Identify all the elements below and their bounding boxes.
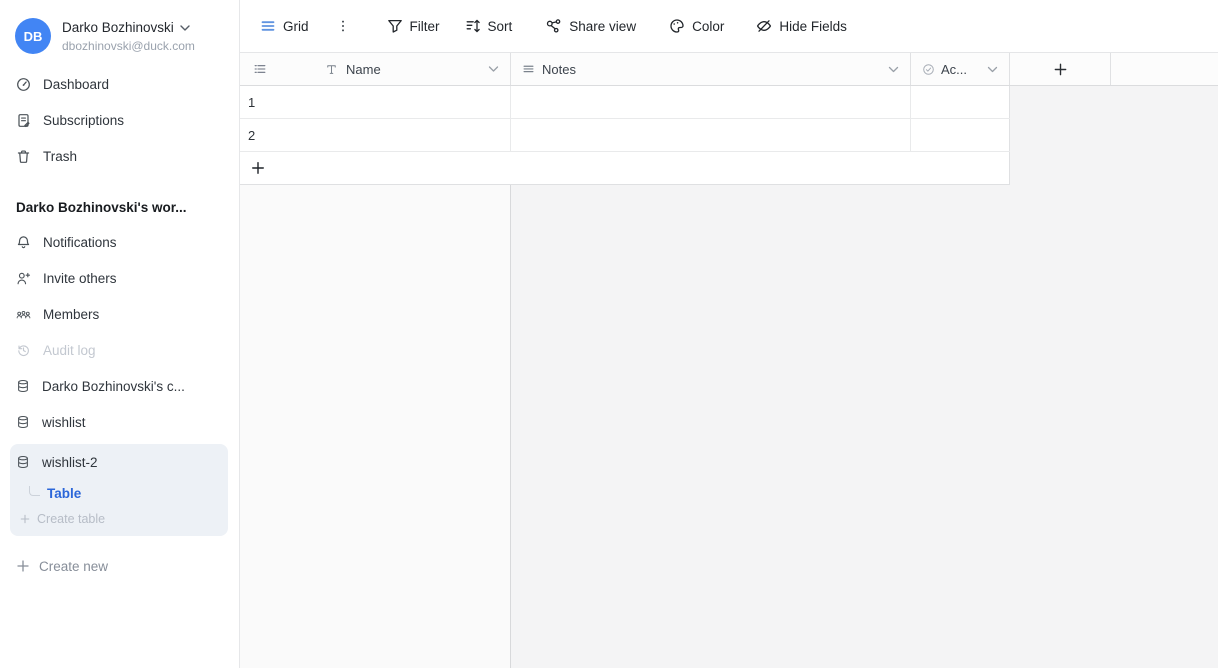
palette-icon [669, 18, 685, 34]
sidebar-item-invite-others[interactable]: Invite others [0, 260, 239, 296]
share-view-label: Share view [569, 19, 636, 34]
grid-view-button[interactable]: Grid [260, 18, 309, 34]
create-new-button[interactable]: Create new [0, 548, 239, 584]
view-options-kebab[interactable] [336, 18, 350, 34]
grid-view: Name Notes Ac... [240, 52, 1218, 668]
eye-off-icon [756, 18, 772, 34]
base-label: Darko Bozhinovski's c... [42, 379, 185, 394]
view-toolbar: Grid Filter Sort Share view Color [240, 0, 1218, 52]
user-name: Darko Bozhinovski [62, 20, 174, 35]
column-header-notes[interactable]: Notes [511, 53, 911, 85]
create-table-label: Create table [37, 512, 105, 526]
sidebar-item-label: Dashboard [43, 77, 109, 92]
row-number: 2 [240, 119, 511, 151]
header-spacer [1111, 53, 1218, 85]
users-icon [16, 307, 31, 322]
user-menu[interactable]: DB Darko Bozhinovski dbozhinovski@duck.c… [0, 0, 239, 66]
add-field-button[interactable] [1010, 53, 1111, 85]
text-field-icon [325, 63, 338, 76]
grid-header-row: Name Notes Ac... [240, 52, 1218, 86]
check-circle-icon [922, 63, 935, 76]
sidebar-item-label: Audit log [43, 343, 96, 358]
sidebar-item-label: Notifications [43, 235, 117, 250]
sort-label: Sort [488, 19, 513, 34]
chevron-down-icon[interactable] [987, 66, 998, 73]
chevron-down-icon[interactable] [888, 66, 899, 73]
sidebar-item-dashboard[interactable]: Dashboard [0, 66, 239, 102]
workspace-title: Darko Bozhinovski's wor... [0, 190, 239, 224]
sidebar-item-members[interactable]: Members [0, 296, 239, 332]
share-view-button[interactable]: Share view [546, 18, 636, 34]
filter-icon [387, 18, 403, 34]
main-area: Grid Filter Sort Share view Color [240, 0, 1218, 668]
base-label: wishlist-2 [42, 455, 98, 470]
history-icon [16, 343, 31, 358]
avatar[interactable]: DB [15, 18, 51, 54]
table-link-label: Table [47, 486, 81, 501]
row-number: 1 [240, 86, 511, 118]
plus-icon [20, 514, 30, 524]
sidebar-item-notifications[interactable]: Notifications [0, 224, 239, 260]
database-icon [16, 415, 30, 429]
sidebar-item-trash[interactable]: Trash [0, 138, 239, 174]
trash-icon [16, 149, 31, 164]
chevron-down-icon[interactable] [488, 66, 499, 73]
app-window: DB Darko Bozhinovski dbozhinovski@duck.c… [0, 0, 1218, 668]
sidebar: DB Darko Bozhinovski dbozhinovski@duck.c… [0, 0, 240, 668]
long-text-icon [522, 63, 535, 76]
database-icon [16, 455, 30, 469]
sidebar-item-audit-log[interactable]: Audit log [0, 332, 239, 368]
sidebar-item-subscriptions[interactable]: Subscriptions [0, 102, 239, 138]
share-icon [546, 18, 562, 34]
column-header-ac[interactable]: Ac... [911, 53, 1010, 85]
color-label: Color [692, 19, 724, 34]
bell-icon [16, 235, 31, 250]
plus-icon [17, 560, 29, 572]
hide-fields-button[interactable]: Hide Fields [756, 18, 847, 34]
cell-ac[interactable] [911, 119, 1010, 151]
sidebar-base-item[interactable]: wishlist [0, 404, 239, 440]
user-plus-icon [16, 271, 31, 286]
filter-label: Filter [410, 19, 440, 34]
tree-elbow [29, 486, 40, 496]
hide-fields-label: Hide Fields [779, 19, 847, 34]
create-new-label: Create new [39, 559, 108, 574]
grid-view-icon [260, 18, 276, 34]
grid-view-label: Grid [283, 19, 309, 34]
dashboard-icon [16, 77, 31, 92]
base-label: wishlist [42, 415, 86, 430]
color-button[interactable]: Color [669, 18, 724, 34]
create-table-button[interactable]: Create table [10, 507, 228, 531]
cell-notes[interactable] [511, 119, 911, 151]
filter-button[interactable]: Filter [387, 18, 440, 34]
sidebar-item-label: Trash [43, 149, 77, 164]
sidebar-base-item[interactable]: Darko Bozhinovski's c... [0, 368, 239, 404]
cell-ac[interactable] [911, 86, 1010, 118]
column-label: Notes [542, 62, 576, 77]
add-row-button[interactable] [240, 152, 1010, 185]
chevron-down-icon [180, 25, 190, 31]
sort-button[interactable]: Sort [465, 18, 513, 34]
sidebar-item-label: Members [43, 307, 99, 322]
sort-icon [465, 18, 481, 34]
selected-base-panel: wishlist-2 Table Create table [10, 444, 228, 536]
column-label: Name [346, 62, 381, 77]
plus-icon [1053, 62, 1068, 77]
table-row[interactable]: 2 [240, 119, 1010, 152]
sidebar-base-item-selected[interactable]: wishlist-2 [10, 444, 228, 480]
sidebar-item-label: Subscriptions [43, 113, 124, 128]
subscriptions-icon [16, 113, 31, 128]
grid-rows: 1 2 [240, 86, 1010, 185]
column-header-name[interactable]: Name [240, 53, 511, 85]
table-row[interactable]: 1 [240, 86, 1010, 119]
cell-notes[interactable] [511, 86, 911, 118]
sidebar-table-link[interactable]: Table [10, 480, 228, 507]
kebab-icon [336, 18, 350, 34]
column-label: Ac... [941, 62, 967, 77]
row-list-icon [253, 62, 267, 76]
user-email: dbozhinovski@duck.com [62, 39, 195, 53]
database-icon [16, 379, 30, 393]
plus-icon [251, 161, 265, 175]
sidebar-item-label: Invite others [43, 271, 117, 286]
